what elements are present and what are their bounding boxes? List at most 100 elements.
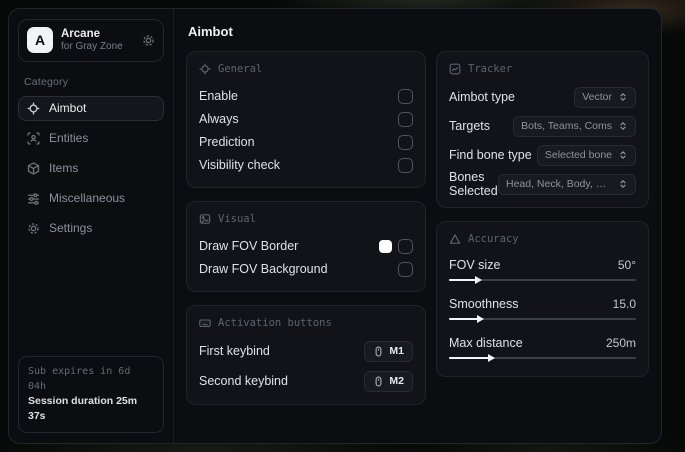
- mouse-icon: [373, 376, 384, 387]
- first-keybind-button[interactable]: M1: [364, 340, 413, 362]
- image-icon: [199, 213, 211, 225]
- always-checkbox[interactable]: [398, 111, 413, 127]
- setting-label: Aimbot type: [449, 90, 516, 104]
- sidebar-item-aimbot[interactable]: Aimbot: [18, 95, 164, 121]
- max-distance-slider[interactable]: [449, 353, 636, 363]
- max-distance-value: 250m: [605, 336, 636, 350]
- panel-title: Accuracy: [468, 233, 519, 245]
- second-keybind-button[interactable]: M2: [364, 370, 413, 392]
- app-header: A Arcane for Gray Zone: [18, 19, 164, 62]
- sidebar-item-label: Aimbot: [49, 101, 87, 116]
- visual-panel: Visual Draw FOV Border Draw FOV Backgrou…: [186, 201, 426, 292]
- sub-expires-text: Sub expires in 6d 04h: [28, 365, 131, 392]
- sidebar-item-entities[interactable]: Entities: [18, 126, 164, 151]
- setting-label: Draw FOV Border: [199, 239, 299, 253]
- panel-title: Tracker: [468, 63, 513, 75]
- chevrons-up-down-icon: [618, 92, 628, 102]
- setting-row-first-keybind: First keybind M1: [199, 339, 413, 363]
- chevrons-up-down-icon: [618, 179, 628, 189]
- panel-title: General: [218, 63, 263, 75]
- menu-window: A Arcane for Gray Zone Category Aimbot E…: [8, 8, 662, 444]
- page-title: Aimbot: [188, 24, 233, 39]
- slider-thumb[interactable]: [476, 314, 484, 323]
- accuracy-panel: Accuracy FOV size 50° Smoothness 15.0 Ma…: [436, 221, 649, 377]
- setting-label: Smoothness: [449, 297, 519, 311]
- setting-label: Enable: [199, 89, 238, 103]
- sliders-icon: [27, 192, 40, 205]
- triangle-icon: [449, 233, 461, 245]
- setting-label: First keybind: [199, 344, 270, 358]
- chevrons-up-down-icon: [618, 150, 628, 160]
- dropdown-value: Selected bone: [544, 149, 612, 161]
- visibility-check-checkbox[interactable]: [398, 157, 413, 173]
- setting-row-always: Always: [199, 108, 413, 130]
- setting-label: Visibility check: [199, 158, 281, 172]
- trend-chart-icon: [449, 63, 461, 75]
- general-panel: General Enable Always Prediction Visibil…: [186, 51, 426, 188]
- slider-thumb[interactable]: [475, 275, 483, 284]
- tracker-panel: Tracker Aimbot type Vector Targets Bots,…: [436, 51, 649, 208]
- prediction-checkbox[interactable]: [398, 134, 413, 150]
- mouse-icon: [373, 346, 384, 357]
- main-content: Aimbot General Enable Always Prediction …: [174, 9, 661, 443]
- setting-row-draw-fov-border: Draw FOV Border: [199, 235, 413, 257]
- smoothness-slider[interactable]: [449, 314, 636, 324]
- setting-row-find-bone-type: Find bone type Selected bone: [449, 143, 636, 167]
- app-logo: A: [27, 27, 53, 54]
- sidebar-nav: Aimbot Entities Items Miscellaneous Sett…: [18, 95, 164, 241]
- dropdown-value: Head, Neck, Body, Pe..: [506, 178, 612, 190]
- crosshair-icon: [27, 102, 40, 115]
- setting-label: Find bone type: [449, 148, 532, 162]
- chevrons-up-down-icon: [618, 121, 628, 131]
- keybind-value: M2: [389, 375, 404, 387]
- dropdown-value: Vector: [582, 91, 612, 103]
- package-icon: [27, 162, 40, 175]
- sidebar-item-label: Entities: [49, 131, 89, 146]
- category-label: Category: [24, 75, 69, 88]
- setting-label: Max distance: [449, 336, 523, 350]
- find-bone-type-dropdown[interactable]: Selected bone: [536, 144, 636, 166]
- sidebar-item-settings[interactable]: Settings: [18, 216, 164, 241]
- gear-icon: [27, 222, 40, 235]
- sidebar-item-label: Items: [49, 161, 79, 176]
- draw-fov-background-checkbox[interactable]: [398, 261, 413, 277]
- setting-row-aimbot-type: Aimbot type Vector: [449, 85, 636, 109]
- enable-checkbox[interactable]: [398, 88, 413, 104]
- sidebar: A Arcane for Gray Zone Category Aimbot E…: [9, 9, 174, 443]
- setting-row-draw-fov-background: Draw FOV Background: [199, 258, 413, 280]
- slider-thumb[interactable]: [488, 353, 496, 362]
- app-subtitle: for Gray Zone: [61, 41, 123, 53]
- setting-label: FOV size: [449, 258, 501, 272]
- person-scan-icon: [27, 132, 40, 145]
- setting-row-fov-size: FOV size 50°: [449, 255, 636, 285]
- setting-row-bones-selected: Bones Selected Head, Neck, Body, Pe..: [449, 170, 636, 198]
- sidebar-item-label: Settings: [49, 221, 93, 236]
- setting-label: Second keybind: [199, 374, 288, 388]
- smoothness-value: 15.0: [612, 297, 636, 311]
- targets-dropdown[interactable]: Bots, Teams, Coms: [513, 115, 636, 137]
- setting-row-targets: Targets Bots, Teams, Coms: [449, 114, 636, 138]
- setting-label: Bones Selected: [449, 170, 498, 198]
- draw-fov-border-checkbox[interactable]: [398, 238, 413, 254]
- aimbot-type-dropdown[interactable]: Vector: [574, 86, 636, 108]
- sidebar-item-label: Miscellaneous: [49, 191, 126, 206]
- dropdown-value: Bots, Teams, Coms: [521, 120, 612, 132]
- setting-label: Draw FOV Background: [199, 262, 328, 276]
- panel-title: Activation buttons: [218, 317, 332, 329]
- setting-row-max-distance: Max distance 250m: [449, 333, 636, 363]
- gear-icon[interactable]: [142, 34, 155, 47]
- keyboard-icon: [199, 317, 211, 329]
- subscription-info: Sub expires in 6d 04h Session duration 2…: [18, 355, 164, 433]
- setting-row-smoothness: Smoothness 15.0: [449, 294, 636, 324]
- fov-size-slider[interactable]: [449, 275, 636, 285]
- crosshair-icon: [199, 63, 211, 75]
- fov-border-color-swatch[interactable]: [379, 239, 392, 253]
- bones-selected-dropdown[interactable]: Head, Neck, Body, Pe..: [498, 173, 636, 195]
- setting-label: Targets: [449, 119, 490, 133]
- session-duration-text: Session duration 25m 37s: [28, 394, 138, 423]
- sidebar-item-items[interactable]: Items: [18, 156, 164, 181]
- setting-label: Always: [199, 112, 239, 126]
- keybind-value: M1: [389, 345, 404, 357]
- sidebar-item-miscellaneous[interactable]: Miscellaneous: [18, 186, 164, 211]
- activation-buttons-panel: Activation buttons First keybind M1 Seco…: [186, 305, 426, 405]
